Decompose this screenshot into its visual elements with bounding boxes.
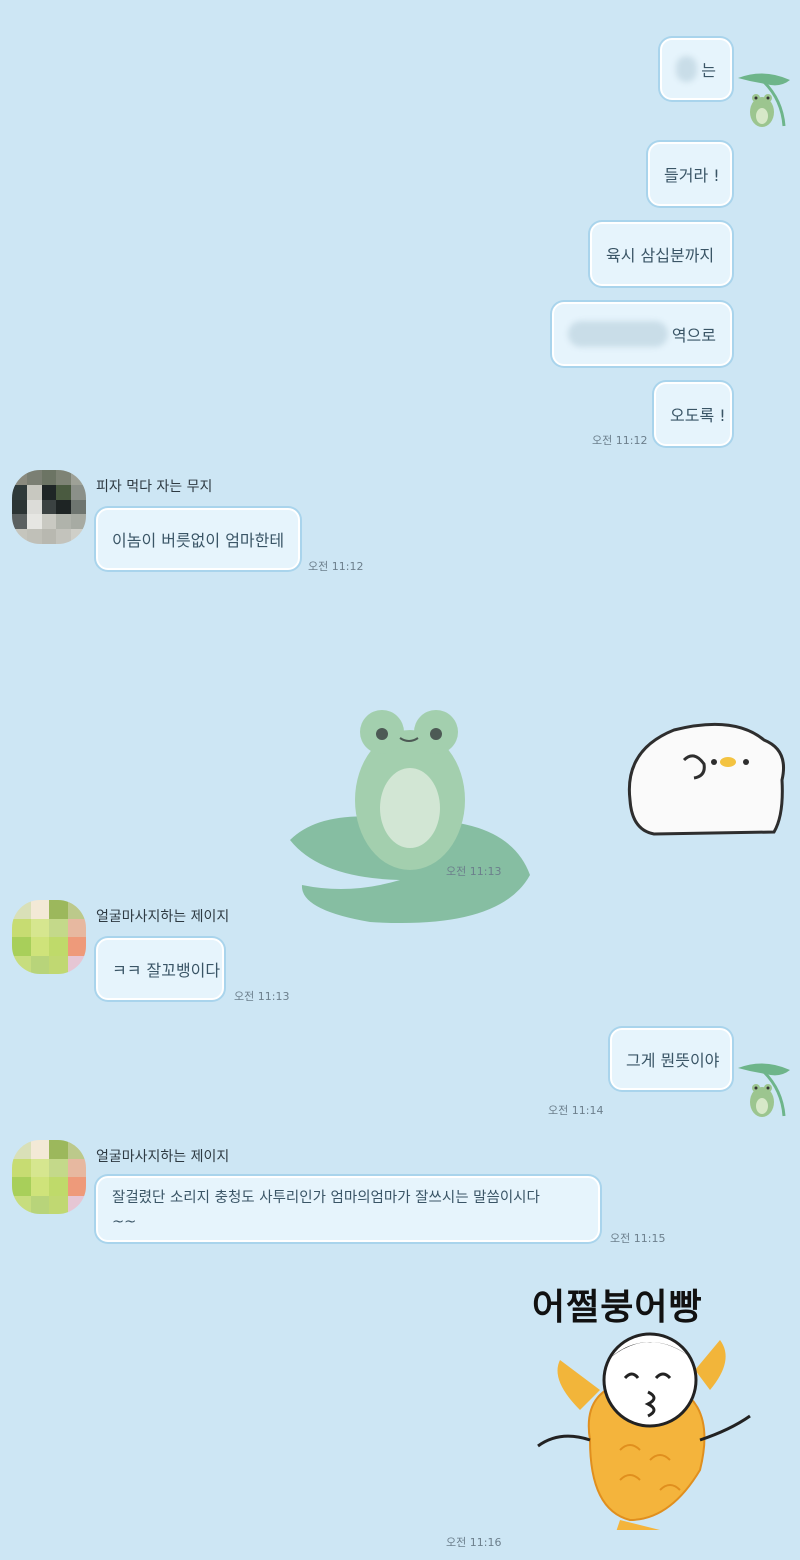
in-message-3-line-1: 잘걸렸단 소리지 충청도 사투리인가 엄마의엄마가 잘쓰시는 말씀이시다 (112, 1190, 540, 1206)
in-message-3[interactable]: 잘걸렸단 소리지 충청도 사투리인가 엄마의엄마가 잘쓰시는 말씀이시다 ~~ (96, 1176, 600, 1242)
out-message-1[interactable]: 는 (660, 38, 732, 100)
out-message-2-text: 들거라 ! (664, 166, 720, 185)
out-message-6[interactable]: 그게 뭔뜻이야 (610, 1028, 732, 1090)
in-message-1-text: 이놈이 버릇없이 엄마한테 (112, 531, 285, 550)
timestamp: 오전 11:14 (548, 1104, 604, 1117)
chick-sticker[interactable] (624, 720, 788, 844)
timestamp: 오전 11:12 (592, 434, 648, 447)
out-message-4-text: 역으로 (671, 326, 716, 345)
in-message-2-text: ㅋㅋ 잘꼬뱅이다 (112, 961, 221, 980)
taiyaki-sticker[interactable]: 어쩔붕어빵 (520, 1270, 790, 1530)
in-message-2[interactable]: ㅋㅋ 잘꼬뱅이다 (96, 938, 224, 1000)
out-message-2[interactable]: 들거라 ! (648, 142, 732, 206)
out-message-3[interactable]: 육시 삼십분까지 (590, 222, 732, 286)
redacted-text (676, 56, 698, 82)
out-message-3-text: 육시 삼십분까지 (606, 246, 715, 265)
frog-lilypad-sticker[interactable] (280, 700, 540, 934)
avatar[interactable] (12, 1140, 86, 1214)
out-message-5[interactable]: 오도록 ! (654, 382, 732, 446)
timestamp: 오전 11:16 (446, 1536, 502, 1549)
in-message-3-line-2: ~~ (112, 1214, 137, 1230)
timestamp: 오전 11:12 (308, 560, 364, 573)
timestamp: 오전 11:15 (610, 1232, 666, 1245)
out-message-6-text: 그게 뭔뜻이야 (626, 1051, 720, 1070)
in-message-1[interactable]: 이놈이 버릇없이 엄마한테 (96, 508, 300, 570)
avatar[interactable] (12, 470, 86, 544)
frog-profile-icon[interactable] (736, 70, 794, 134)
out-message-5-text: 오도록 ! (670, 406, 726, 425)
avatar[interactable] (12, 900, 86, 974)
redacted-text (568, 321, 668, 347)
out-message-1-text: 는 (701, 61, 716, 80)
frog-profile-icon[interactable] (736, 1060, 794, 1124)
sender-name: 피자 먹다 자는 무지 (96, 479, 213, 495)
sender-name: 얼굴마사지하는 제이지 (96, 909, 230, 925)
timestamp: 오전 11:13 (446, 865, 502, 878)
out-message-4[interactable]: 역으로 (552, 302, 732, 366)
timestamp: 오전 11:13 (234, 990, 290, 1003)
sender-name: 얼굴마사지하는 제이지 (96, 1149, 230, 1165)
